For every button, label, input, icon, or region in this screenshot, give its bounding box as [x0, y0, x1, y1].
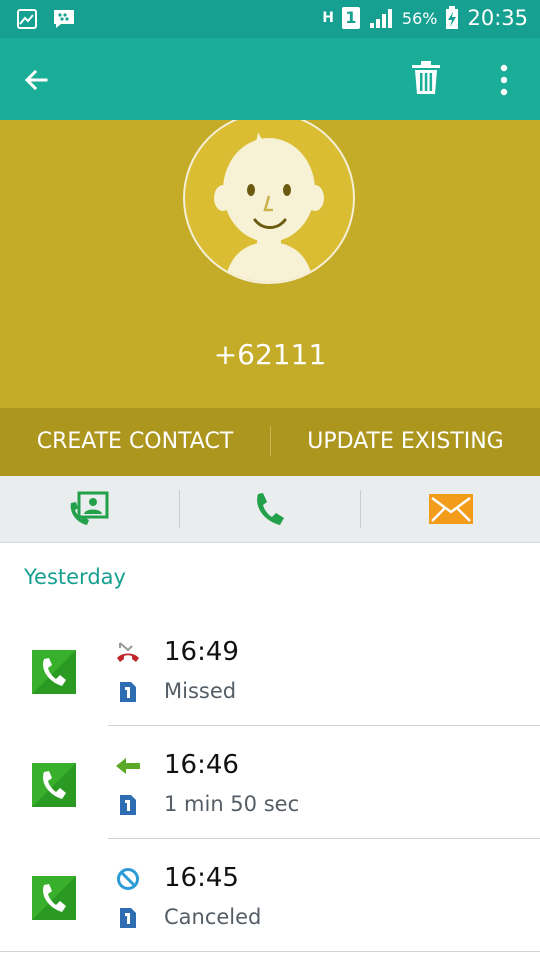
- call-button[interactable]: [181, 476, 359, 542]
- call-log-row[interactable]: 16:49 Missed: [0, 614, 540, 726]
- missed-call-icon: [117, 642, 139, 662]
- video-call-button[interactable]: [0, 476, 178, 542]
- app-bar: [0, 38, 540, 120]
- contact-header: +62111: [0, 120, 540, 408]
- call-detail: Canceled: [164, 905, 262, 929]
- incoming-call-icon: [116, 758, 140, 774]
- call-app-icon: [32, 876, 76, 920]
- sim-number: 1: [345, 8, 357, 27]
- call-log-row[interactable]: 16:45 Canceled: [0, 840, 540, 952]
- message-icon: [429, 494, 473, 524]
- delete-icon[interactable]: [410, 60, 442, 96]
- call-detail: 1 min 50 sec: [164, 792, 300, 816]
- call-app-icon: [32, 763, 76, 807]
- phone-icon: [257, 493, 284, 525]
- default-contact-icon: [214, 132, 324, 282]
- update-existing-button[interactable]: UPDATE EXISTING: [271, 408, 540, 476]
- sim-1-icon: [120, 795, 136, 815]
- network-type-label: H: [322, 10, 334, 26]
- more-options-icon[interactable]: [492, 62, 516, 98]
- signal-icon: [369, 9, 392, 28]
- call-log-row[interactable]: 16:46 1 min 50 sec: [0, 727, 540, 839]
- gallery-notification-icon: [17, 9, 37, 29]
- contact-actions-bar: CREATE CONTACT UPDATE EXISTING: [0, 408, 540, 476]
- message-button[interactable]: [362, 476, 540, 542]
- quick-divider: [360, 490, 361, 528]
- row-divider: [108, 838, 540, 839]
- row-divider: [108, 725, 540, 726]
- call-time: 16:49: [164, 637, 239, 667]
- call-detail: Missed: [164, 679, 237, 703]
- row-divider: [0, 951, 540, 952]
- canceled-call-icon: [117, 868, 139, 890]
- log-section-header: Yesterday: [24, 565, 126, 589]
- bbm-notification-icon: [54, 10, 74, 28]
- sim-1-icon: [120, 908, 136, 928]
- call-app-icon: [32, 650, 76, 694]
- battery-percent: 56%: [401, 8, 438, 28]
- call-time: 16:46: [164, 750, 239, 780]
- avatar: [183, 120, 355, 284]
- status-bar: H 1 56% 20:35: [0, 0, 540, 38]
- battery-charging-icon: [446, 6, 459, 29]
- clock: 20:35: [467, 6, 528, 30]
- quick-actions: [0, 476, 540, 543]
- create-contact-button[interactable]: CREATE CONTACT: [0, 408, 270, 476]
- quick-divider: [179, 490, 180, 528]
- sim-1-icon: [120, 682, 136, 702]
- back-arrow-icon[interactable]: [20, 64, 52, 96]
- contact-call-icon: [70, 491, 109, 525]
- call-time: 16:45: [164, 863, 239, 893]
- sim-indicator: 1: [341, 7, 360, 29]
- phone-number: +62111: [213, 338, 327, 371]
